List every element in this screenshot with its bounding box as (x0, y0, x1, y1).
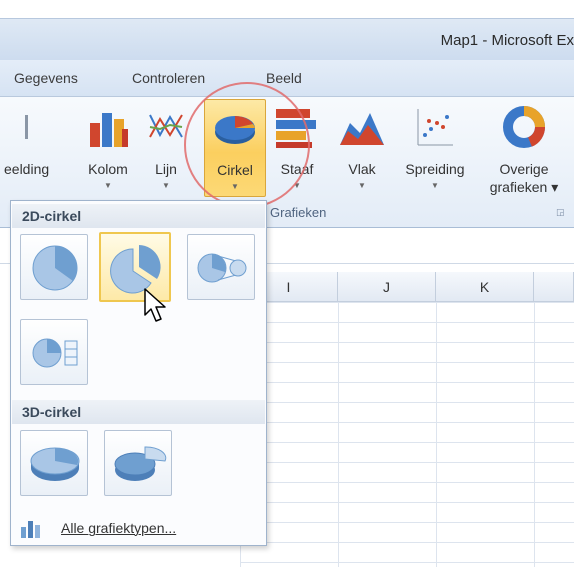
scatter-chart-button[interactable]: Spreiding ▼ (394, 99, 476, 199)
column-header-next[interactable] (534, 272, 574, 302)
mouse-cursor-icon (144, 288, 168, 331)
pie-3d-icon (30, 447, 80, 481)
pie-2d-option[interactable] (20, 234, 88, 300)
exploded-pie-3d-option[interactable] (104, 430, 172, 496)
pie-chart-button[interactable]: Cirkel ▼ (204, 99, 266, 197)
column-header-j[interactable]: J (338, 272, 436, 302)
donut-chart-icon (502, 105, 546, 154)
scatter-chart-icon (415, 105, 455, 154)
chevron-down-icon: ▼ (431, 181, 439, 190)
group-label-charts: Grafieken (270, 205, 327, 220)
title-bar: Map1 - Microsoft Ex (0, 18, 574, 60)
ribbon-tabs: Gegevens Controleren Beeld (0, 60, 574, 96)
chevron-down-icon: ▼ (162, 181, 170, 190)
pie-chart-gallery: 2D-cirkel 3D-cirkel Alle grafiektypen... (10, 200, 267, 546)
bar-of-pie-icon (32, 338, 78, 368)
chevron-down-icon: ▼ (358, 181, 366, 190)
bar-chart-icon (274, 105, 320, 154)
picture-button[interactable]: eelding (0, 99, 62, 199)
picture-icon (25, 105, 35, 150)
chevron-down-icon: ▼ (104, 181, 112, 190)
area-chart-button[interactable]: Vlak ▼ (336, 99, 388, 199)
other-charts-button[interactable]: Overige grafieken ▾ (478, 99, 570, 199)
column-chart-button[interactable]: Kolom ▼ (80, 99, 136, 199)
pie-of-pie-option[interactable] (187, 234, 255, 300)
window-title: Map1 - Microsoft Ex (440, 32, 574, 49)
exploded-pie-3d-icon (114, 446, 167, 481)
line-chart-icon (146, 105, 186, 154)
tab-gegevens[interactable]: Gegevens (14, 70, 78, 86)
chevron-down-icon: ▼ (231, 182, 239, 191)
chart-types-icon (19, 519, 47, 542)
section-3d-pie: 3D-cirkel (12, 400, 265, 424)
pie-2d-icon (32, 245, 78, 291)
pie-of-pie-icon (197, 253, 247, 283)
pie-chart-icon (211, 106, 259, 155)
tab-controleren[interactable]: Controleren (132, 70, 205, 86)
dialog-launcher-icon[interactable]: ◲ (556, 207, 565, 218)
cell-grid[interactable] (240, 302, 574, 567)
bar-of-pie-option[interactable] (20, 319, 88, 385)
section-2d-pie: 2D-cirkel (12, 204, 265, 228)
pie-3d-option[interactable] (20, 430, 88, 496)
bar-chart-button[interactable]: Staaf ▼ (272, 99, 322, 199)
area-chart-icon (338, 105, 386, 154)
tab-beeld[interactable]: Beeld (266, 70, 302, 86)
chevron-down-icon: ▼ (293, 181, 301, 190)
column-chart-icon (86, 105, 130, 154)
line-chart-button[interactable]: Lijn ▼ (144, 99, 188, 199)
column-header-k[interactable]: K (436, 272, 534, 302)
